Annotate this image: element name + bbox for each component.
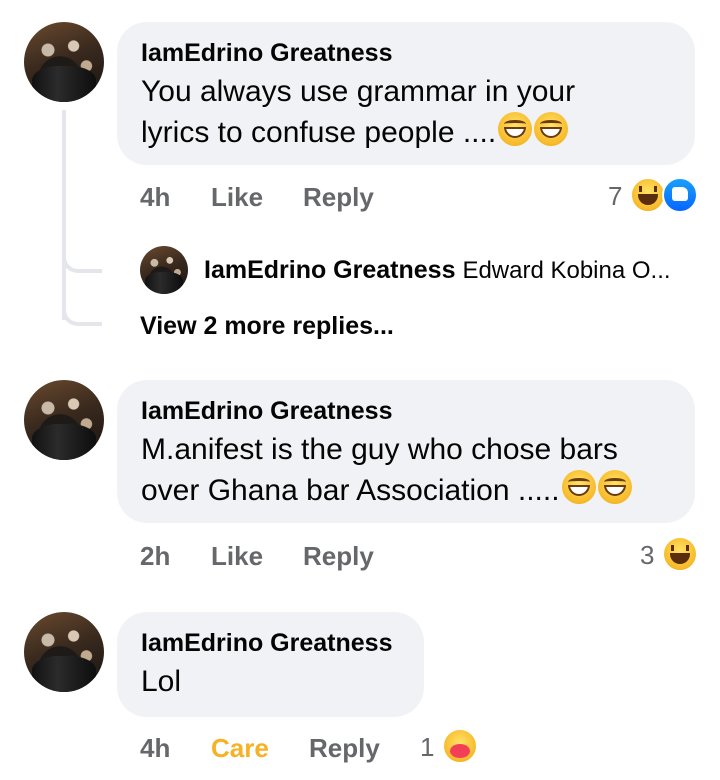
view-more-replies-link[interactable]: View 2 more replies... — [140, 312, 394, 341]
comment-text: Lol — [141, 665, 182, 698]
thread-branch — [62, 298, 102, 326]
reply-snippet: Edward Kobina O... — [462, 257, 671, 284]
like-button[interactable]: Like — [211, 182, 263, 213]
haha-reaction-icon[interactable] — [630, 177, 666, 213]
reply-author[interactable]: IamEdrino Greatness — [204, 256, 455, 284]
comment-author[interactable]: IamEdrino Greatness — [141, 38, 671, 68]
comment-bubble: IamEdrino Greatness M.anifest is the guy… — [117, 380, 695, 523]
reply-preview[interactable]: IamEdrino Greatness Edward Kobina O... — [204, 256, 671, 285]
care-reaction-icon[interactable] — [442, 728, 478, 764]
like-reaction-icon[interactable] — [662, 177, 698, 213]
grinning-squinting-face-icon — [561, 470, 596, 504]
comment-text: M.anifest is the guy who chose bars over… — [141, 430, 671, 511]
reaction-count[interactable]: 7 — [608, 181, 622, 212]
reaction-count[interactable]: 1 — [420, 732, 434, 763]
comment-text-line: lyrics to confuse people .... — [141, 116, 497, 149]
grinning-squinting-face-icon — [534, 112, 569, 146]
like-button[interactable]: Like — [211, 541, 263, 572]
comment-text: You always use grammar in your lyrics to… — [141, 72, 671, 153]
comment-bubble: IamEdrino Greatness You always use gramm… — [117, 22, 695, 165]
comment-text-line: M.anifest is the guy who chose bars — [141, 433, 618, 466]
comment-time[interactable]: 4h — [140, 733, 170, 764]
comment-bubble: IamEdrino Greatness Lol — [117, 612, 424, 717]
reply-avatar[interactable] — [140, 246, 188, 294]
reply-button[interactable]: Reply — [303, 541, 374, 572]
reply-button[interactable]: Reply — [309, 733, 380, 764]
care-button[interactable]: Care — [211, 733, 269, 764]
comment-author[interactable]: IamEdrino Greatness — [141, 396, 671, 426]
commenter-avatar[interactable] — [24, 22, 104, 102]
reaction-count[interactable]: 3 — [640, 540, 654, 571]
thread-branch — [62, 245, 102, 273]
commenter-avatar[interactable] — [24, 380, 104, 460]
comment-author[interactable]: IamEdrino Greatness — [141, 628, 400, 658]
comment-text-line: You always use grammar in your — [141, 75, 576, 108]
grinning-squinting-face-icon — [597, 470, 632, 504]
haha-reaction-icon[interactable] — [662, 536, 698, 572]
grinning-squinting-face-icon — [498, 112, 533, 146]
commenter-avatar[interactable] — [24, 612, 104, 692]
thread-line — [62, 110, 66, 320]
comment-text-line: over Ghana bar Association ..... — [141, 474, 560, 507]
comment-time[interactable]: 4h — [140, 182, 170, 213]
comment-time[interactable]: 2h — [140, 541, 170, 572]
reply-button[interactable]: Reply — [303, 182, 374, 213]
